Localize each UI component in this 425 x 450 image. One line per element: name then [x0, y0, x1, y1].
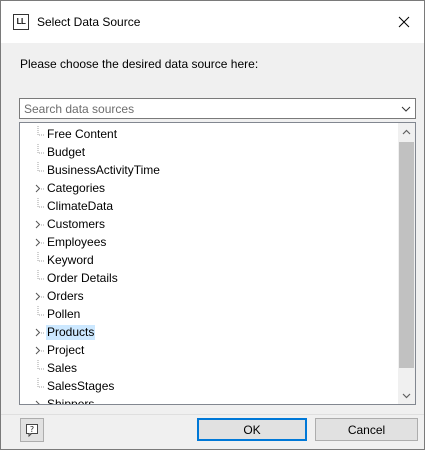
footer-separator — [1, 414, 424, 415]
chevron-up-icon — [402, 129, 411, 134]
chevron-down-icon[interactable] — [400, 103, 412, 115]
help-button[interactable]: ? — [20, 418, 44, 442]
search-input[interactable] — [20, 99, 395, 118]
tree-item-label: Products — [46, 325, 96, 340]
tree-item-label: Free Content — [47, 127, 118, 141]
ok-button[interactable]: OK — [197, 418, 307, 441]
tree-item[interactable]: Shippers — [20, 395, 401, 405]
tree-item-label: Orders — [47, 289, 84, 303]
tree-item[interactable]: Orders — [20, 287, 401, 305]
tree-item[interactable]: Categories — [20, 179, 401, 197]
title-bar: LL Select Data Source — [1, 1, 424, 43]
expand-chevron-icon[interactable] — [34, 341, 46, 359]
tree-item-label: BusinessActivityTime — [47, 163, 160, 177]
tree-item-label: Project — [47, 343, 85, 357]
tree-item[interactable]: SalesStages — [20, 377, 401, 395]
window-title: Select Data Source — [37, 15, 141, 29]
tree-item[interactable]: Project — [20, 341, 401, 359]
tree-item[interactable]: Order Details — [20, 269, 401, 287]
close-icon — [398, 16, 410, 28]
tree-item-label: Pollen — [47, 307, 81, 321]
tree-item-label: Employees — [47, 235, 107, 249]
scroll-up-button[interactable] — [398, 123, 415, 140]
tree-item-label: Sales — [47, 361, 78, 375]
app-logo-icon: LL — [13, 14, 29, 30]
expand-chevron-icon[interactable] — [34, 323, 46, 341]
tree-item[interactable]: Keyword — [20, 251, 401, 269]
cancel-button[interactable]: Cancel — [315, 418, 418, 441]
tree-connector-icon — [37, 270, 45, 280]
tree-item-label: Budget — [47, 145, 86, 159]
scrollbar-thumb[interactable] — [399, 142, 414, 368]
tree-item[interactable]: Employees — [20, 233, 401, 251]
tree-item[interactable]: ClimateData — [20, 197, 401, 215]
close-button[interactable] — [384, 1, 424, 43]
tree-item-label: ClimateData — [47, 199, 114, 213]
tree-connector-icon — [37, 198, 45, 208]
tree-item-label: Keyword — [47, 253, 94, 267]
tree-item-label: Customers — [47, 217, 106, 231]
select-data-source-dialog: LL Select Data Source Please choose the … — [0, 0, 425, 450]
tree-connector-icon — [37, 144, 45, 154]
tree-item[interactable]: Customers — [20, 215, 401, 233]
expand-chevron-icon[interactable] — [34, 233, 46, 251]
tree-item-label: Shippers — [47, 397, 95, 405]
tree-item[interactable]: Free Content — [20, 125, 401, 143]
tree-connector-icon — [37, 126, 45, 136]
data-source-tree[interactable]: Free Content Budget BusinessActivityTime Ca… — [19, 122, 416, 405]
scroll-down-button[interactable] — [398, 387, 415, 404]
tree-item[interactable]: Sales — [20, 359, 401, 377]
tree-item[interactable]: Products — [20, 323, 401, 341]
tree-connector-icon — [37, 360, 45, 370]
instruction-text: Please choose the desired data source he… — [20, 57, 259, 71]
tree-item-label: SalesStages — [47, 379, 115, 393]
tree-connector-icon — [37, 252, 45, 262]
tree-item-label: Order Details — [47, 271, 118, 285]
tree-connector-icon — [37, 378, 45, 388]
tree-item[interactable]: Pollen — [20, 305, 401, 323]
vertical-scrollbar[interactable] — [398, 123, 415, 404]
tree-connector-icon — [37, 162, 45, 172]
expand-chevron-icon[interactable] — [34, 179, 46, 197]
tree-item-label: Categories — [47, 181, 106, 195]
expand-chevron-icon[interactable] — [34, 215, 46, 233]
tree-item[interactable]: BusinessActivityTime — [20, 161, 401, 179]
chevron-down-icon — [402, 393, 411, 398]
svg-text:?: ? — [30, 425, 34, 434]
expand-chevron-icon[interactable] — [34, 395, 46, 405]
expand-chevron-icon[interactable] — [34, 287, 46, 305]
tree-connector-icon — [37, 306, 45, 316]
search-combobox[interactable] — [19, 98, 416, 119]
tree-item[interactable]: Budget — [20, 143, 401, 161]
help-icon: ? — [26, 424, 38, 437]
